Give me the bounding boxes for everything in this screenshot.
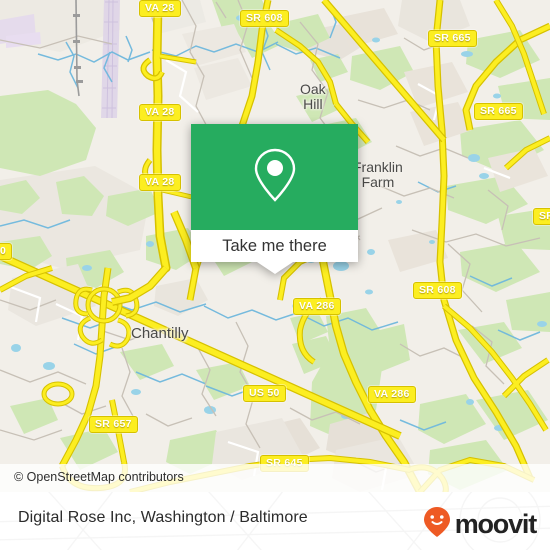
road-shield-sr665-right: SR 665 [474,103,523,120]
road-shield-sr-clipped-right: SR [533,208,550,225]
moovit-logo[interactable]: moovit [422,506,538,543]
map-attribution-bar: © OpenStreetMap contributors [0,464,550,492]
road-shield-va286-upper: VA 286 [293,298,341,315]
road-shield-sr608-top: SR 608 [240,10,289,27]
road-shield-va28-lower: VA 28 [139,174,181,191]
road-shield-sr657: SR 657 [89,416,138,433]
map-pin-icon [251,146,299,209]
moovit-wordmark: moovit [454,509,538,539]
road-shield-us50: US 50 [243,385,286,402]
popup-image-area [191,124,358,230]
take-me-there-popup[interactable]: Take me there [191,124,358,274]
road-shield-sr608-right: SR 608 [413,282,462,299]
road-shield-sr665-top: SR 665 [428,30,477,47]
page-footer: Digital Rose Inc, Washington / Baltimore… [0,492,550,550]
location-title: Digital Rose Inc, Washington / Baltimore [18,509,308,526]
road-shield-clipped-left: 0 [0,243,13,260]
attribution-text: © OpenStreetMap contributors [14,470,184,484]
popup-pointer-tail [257,262,293,274]
road-shield-va28-mid: VA 28 [139,104,181,121]
popup-cta-label: Take me there [222,236,327,255]
popup-cta[interactable]: Take me there [191,230,358,262]
moovit-pin-smiley-icon [422,506,452,543]
map-screenshot: Oak Hill Franklin Farm Chantilly VA 28 S… [0,0,550,550]
road-shield-va286-lower: VA 286 [368,386,416,403]
road-shield-va28-top: VA 28 [139,0,181,17]
